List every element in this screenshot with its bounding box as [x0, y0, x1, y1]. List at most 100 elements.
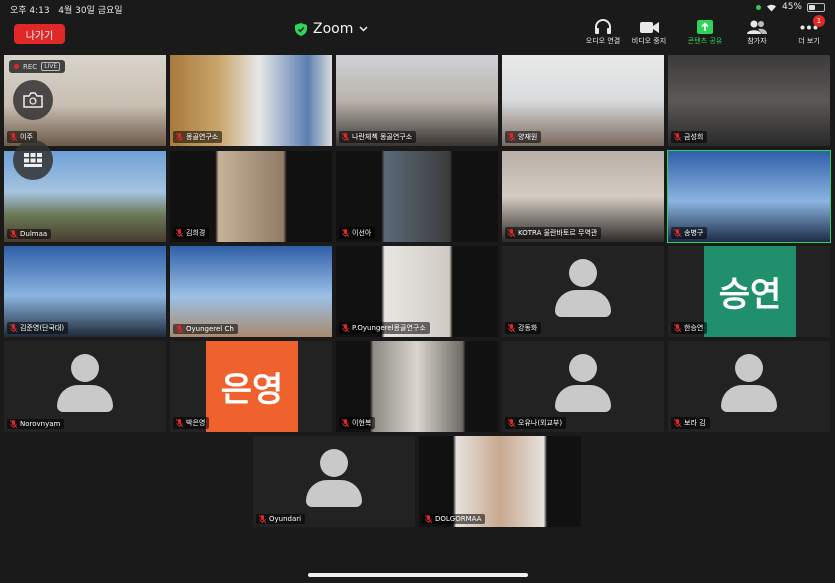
mic-muted-icon [508, 133, 515, 141]
participant-name: 양재원 [518, 133, 538, 141]
mic-muted-icon [10, 324, 17, 332]
leave-button[interactable]: 나가기 [14, 24, 65, 44]
mic-muted-icon [176, 419, 183, 427]
participants-button[interactable]: 참가자 [731, 18, 783, 46]
participant-tile[interactable]: 은영 박은영 [170, 341, 332, 432]
participant-name: 이선아 [352, 229, 372, 237]
participant-name-label: 보라 김 [671, 417, 710, 429]
default-avatar-icon [306, 448, 362, 507]
participant-tile[interactable]: 몽골연구소 [170, 55, 332, 146]
participant-tile[interactable]: KOTRA 울란바토르 무역관 [502, 151, 664, 242]
video-button[interactable]: 비디오 중지 [623, 18, 675, 46]
participant-name-label: KOTRA 울란바토르 무역관 [505, 227, 602, 239]
participant-tile[interactable]: P.Oyungerel몽골연구소 [336, 246, 498, 337]
mic-muted-icon [10, 420, 17, 428]
mic-muted-icon [674, 324, 681, 332]
participant-name: 김희경 [186, 229, 206, 237]
participant-name: Oyungerel Ch [186, 325, 234, 333]
mic-muted-icon [508, 324, 515, 332]
participant-tile[interactable]: Norovnyam [4, 341, 166, 432]
participant-name-label: 양재원 [505, 131, 542, 143]
rec-label: REC [23, 62, 38, 71]
participant-tile[interactable]: 이선아 [336, 151, 498, 242]
audio-button[interactable]: 오디오 연결 [577, 18, 629, 46]
participant-name: 한승연 [684, 324, 704, 332]
participant-tile[interactable]: 송병구 [667, 150, 831, 243]
participant-name-label: 오유나(외교부) [505, 417, 567, 429]
mic-muted-icon [176, 133, 183, 141]
default-avatar-icon [57, 353, 113, 412]
mic-muted-icon [674, 133, 681, 141]
status-right: 45% [755, 2, 825, 12]
participant-tile[interactable]: 강동화 [502, 246, 664, 337]
share-content-icon [697, 20, 713, 34]
participant-tile[interactable]: Oyundari [253, 436, 415, 527]
gallery-view-button[interactable] [13, 140, 53, 180]
more-label: 더 보기 [798, 37, 820, 45]
participant-name: 박은영 [186, 419, 206, 427]
participant-tile[interactable]: 보라 김 [668, 341, 830, 432]
participant-name: DOLGORMAA [435, 515, 482, 523]
participant-name-label: 김희경 [173, 227, 210, 239]
switch-camera-icon [23, 92, 43, 108]
default-avatar-icon [555, 353, 611, 412]
share-content-label: 콘텐츠 공유 [687, 37, 723, 45]
participant-name-label: 몽골연구소 [173, 131, 223, 143]
privacy-indicator-icon [755, 4, 761, 10]
participant-tile[interactable]: DOLGORMAA [419, 436, 581, 527]
default-avatar-icon [721, 353, 777, 412]
mic-muted-icon [425, 515, 432, 523]
participant-name: 몽골연구소 [186, 133, 219, 141]
live-badge: LIVE [41, 62, 61, 71]
mic-muted-icon [342, 324, 349, 332]
participant-name-label: 송병구 [671, 227, 708, 239]
participant-tile[interactable]: 양재원 [502, 55, 664, 146]
participant-name: 송병구 [684, 229, 704, 237]
record-dot-icon [14, 64, 19, 69]
mic-muted-icon [508, 229, 515, 237]
participant-name-label: Norovnyam [7, 419, 65, 429]
participant-name-label: 나란체첵 몽골연구소 [339, 131, 417, 143]
participant-tile[interactable]: 김희경 [170, 151, 332, 242]
more-button[interactable]: 더 보기 1 [783, 15, 835, 46]
participant-name: 김준영(단국대) [20, 324, 65, 332]
participant-name: 나란체첵 몽골연구소 [352, 133, 413, 141]
participant-tile[interactable]: 이현복 [336, 341, 498, 432]
participants-icon [747, 20, 767, 34]
participant-tile[interactable]: Oyungerel Ch [170, 246, 332, 337]
participant-name-label: 금성희 [671, 131, 708, 143]
meeting-title[interactable]: Zoom [295, 21, 368, 37]
mic-muted-icon [342, 419, 349, 427]
participant-name-label: 한승연 [671, 322, 708, 334]
audio-label: 오디오 연결 [585, 37, 621, 45]
participant-name: P.Oyungerel몽골연구소 [352, 324, 426, 332]
participant-name: 강동화 [518, 324, 538, 332]
participant-tile[interactable]: 오유나(외교부) [502, 341, 664, 432]
participant-tile[interactable]: 김준영(단국대) [4, 246, 166, 337]
battery-icon [807, 2, 825, 12]
mic-muted-icon [10, 230, 17, 238]
participant-name: Norovnyam [20, 420, 61, 428]
participant-tile[interactable]: 승연 한승연 [668, 246, 830, 337]
home-indicator[interactable] [308, 573, 528, 577]
wifi-icon [766, 4, 776, 11]
participant-tile[interactable]: 금성희 [668, 55, 830, 146]
participant-name-label: DOLGORMAA [422, 514, 486, 524]
participant-tile[interactable]: 나란체첵 몽골연구소 [336, 55, 498, 146]
participant-name-label: Dulmaa [7, 229, 52, 239]
participant-name: KOTRA 울란바토르 무역관 [518, 229, 598, 237]
recording-indicator: REC LIVE [9, 60, 66, 73]
participant-name-label: 이선아 [339, 227, 376, 239]
gallery-view-icon [24, 153, 42, 167]
status-time-date: 오후 4:13 4월 30일 금요일 [10, 6, 123, 16]
switch-camera-button[interactable] [13, 80, 53, 120]
share-content-button[interactable]: 콘텐츠 공유 [679, 18, 731, 46]
app-title-label: Zoom [313, 21, 354, 37]
notification-badge: 1 [813, 15, 825, 27]
headphones-icon [595, 19, 611, 34]
participant-name: 금성희 [684, 133, 704, 141]
mic-muted-icon [674, 419, 681, 427]
participant-name-label: P.Oyungerel몽골연구소 [339, 322, 430, 334]
mic-muted-icon [176, 325, 183, 333]
mic-muted-icon [508, 419, 515, 427]
